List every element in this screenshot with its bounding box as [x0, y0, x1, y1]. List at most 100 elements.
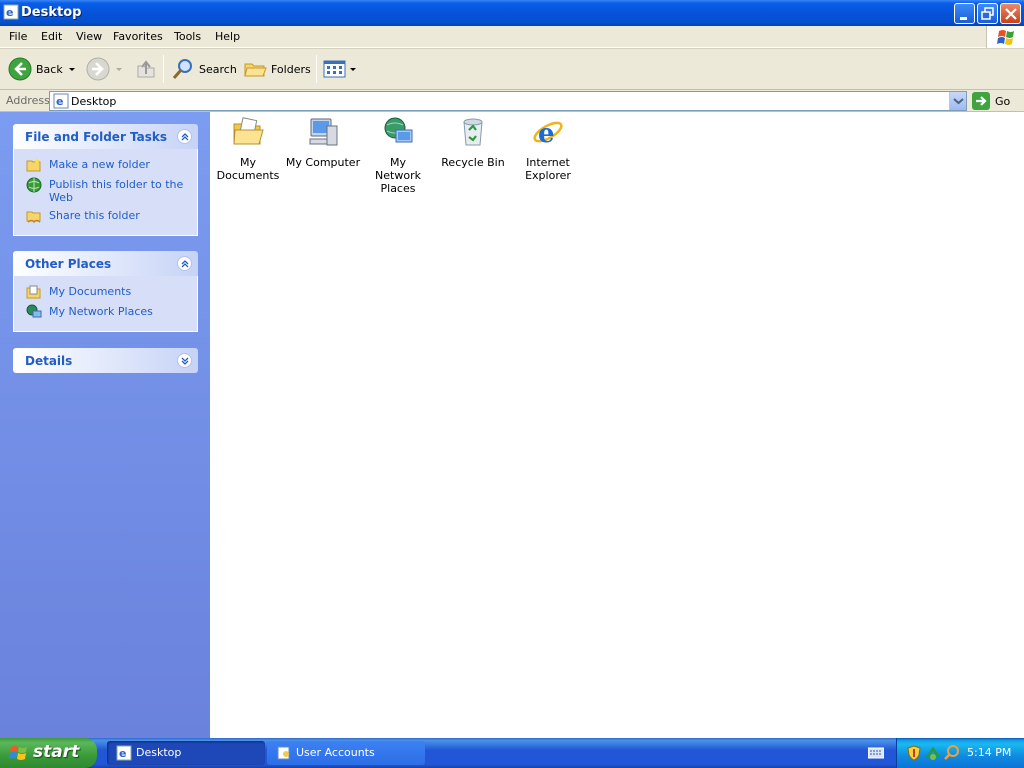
toolbar-separator-2: [316, 55, 317, 83]
taskbar: start e Desktop User Accounts 5:14 PM: [0, 738, 1024, 768]
views-icon: [323, 60, 346, 78]
search-button[interactable]: Search: [171, 49, 237, 89]
restore-icon: [981, 7, 994, 20]
desktop-item-my-computer[interactable]: My Computer: [285, 116, 361, 169]
desktop-icon: e: [3, 4, 19, 20]
address-dropdown-button[interactable]: [949, 92, 966, 110]
minimize-button[interactable]: [954, 3, 975, 24]
desktop-item-label: My Network Places: [375, 156, 421, 195]
folder-content-area[interactable]: My Documents My Computer My Network Plac…: [210, 112, 1024, 738]
desktop-item-recycle-bin[interactable]: Recycle Bin: [435, 116, 511, 169]
security-shield-icon[interactable]: [907, 745, 921, 761]
back-arrow-icon: [8, 57, 32, 81]
desktop-window-icon: e: [116, 745, 132, 761]
menu-file[interactable]: File: [9, 30, 27, 43]
views-button[interactable]: [323, 49, 356, 89]
folders-icon: [244, 63, 267, 77]
toolbar-separator: [163, 55, 164, 83]
collapse-button[interactable]: [177, 129, 192, 144]
network-places-globe-icon: [384, 117, 413, 143]
my-computer-icon: [309, 118, 338, 146]
collapse-button[interactable]: [177, 256, 192, 271]
task-share-folder[interactable]: Share this folder: [14, 207, 197, 227]
forward-dropdown-arrow[interactable]: [116, 67, 122, 71]
up-folder-icon: [137, 60, 155, 78]
chevron-down-icon: [181, 357, 189, 365]
standard-toolbar: Back Search Folders: [0, 48, 1024, 90]
share-folder-icon: [26, 211, 41, 224]
my-documents-icon: [26, 285, 41, 299]
go-button[interactable]: Go: [972, 91, 1010, 111]
address-field[interactable]: e Desktop: [49, 91, 967, 111]
menu-favorites[interactable]: Favorites: [113, 30, 163, 43]
task-pane: File and Folder Tasks Make a new folder: [0, 112, 210, 738]
menu-help[interactable]: Help: [215, 30, 240, 43]
place-my-network-places[interactable]: My Network Places: [14, 303, 197, 323]
file-folder-tasks-panel: File and Folder Tasks Make a new folder: [13, 124, 198, 236]
system-tray: 5:14 PM: [896, 738, 1024, 768]
svg-text:e: e: [6, 6, 13, 19]
desktop-item-internet-explorer[interactable]: e Internet Explorer: [510, 116, 586, 182]
desktop-item-my-documents[interactable]: My Documents: [210, 116, 286, 182]
desktop-item-label: Recycle Bin: [441, 156, 505, 169]
desktop-item-label: My Computer: [285, 156, 361, 169]
views-dropdown-arrow[interactable]: [350, 67, 356, 71]
desktop-item-my-network-places[interactable]: My Network Places: [360, 116, 436, 195]
go-label: Go: [995, 94, 1011, 108]
back-dropdown-arrow[interactable]: [68, 67, 75, 71]
network-icon[interactable]: [925, 745, 941, 761]
svg-text:e: e: [538, 119, 555, 148]
task-publish-folder-web[interactable]: Publish this folder to the Web: [14, 176, 197, 207]
menu-tools[interactable]: Tools: [174, 30, 201, 43]
minimize-icon: [960, 17, 967, 20]
other-places-body: My Documents My Network Places: [13, 276, 198, 332]
forward-button[interactable]: [86, 49, 122, 89]
globe-icon: [26, 177, 42, 193]
windows-logo: [986, 26, 1024, 48]
chevron-down-icon: [953, 98, 964, 105]
search-icon: [172, 59, 192, 79]
menu-view[interactable]: View: [76, 30, 102, 43]
restore-button[interactable]: [977, 3, 998, 24]
other-places-panel: Other Places My Documents My Network Pla…: [13, 251, 198, 332]
task-label: Publish this folder to the Web: [49, 178, 184, 204]
folders-button[interactable]: Folders: [243, 49, 311, 89]
task-label: Make a new folder: [49, 158, 150, 171]
menu-edit[interactable]: Edit: [41, 30, 62, 43]
address-label: Address: [6, 94, 50, 107]
back-button[interactable]: Back: [8, 49, 75, 89]
expand-button[interactable]: [177, 353, 192, 368]
folders-label: Folders: [271, 62, 311, 76]
taskbar-button-user-accounts[interactable]: User Accounts: [267, 741, 425, 765]
keyboard-language-icon[interactable]: [868, 747, 884, 759]
desktop-item-label: My Documents: [216, 156, 280, 182]
title-bar[interactable]: e Desktop: [0, 0, 1024, 26]
details-header[interactable]: Details: [13, 348, 198, 373]
clock[interactable]: 5:14 PM: [967, 746, 1011, 759]
file-folder-tasks-header[interactable]: File and Folder Tasks: [13, 124, 198, 149]
windows-flag-icon: [997, 30, 1014, 45]
start-button[interactable]: start: [0, 738, 97, 768]
other-places-title: Other Places: [25, 257, 112, 271]
start-label: start: [33, 742, 80, 762]
details-title: Details: [25, 354, 73, 368]
menu-bar: File Edit View Favorites Tools Help: [0, 26, 1024, 48]
place-label: My Network Places: [49, 305, 153, 318]
address-bar: Address e Desktop Go: [0, 90, 1024, 112]
up-button[interactable]: [135, 49, 157, 89]
network-places-icon: [26, 304, 42, 318]
forward-arrow-icon: [86, 57, 110, 81]
place-my-documents[interactable]: My Documents: [14, 283, 197, 303]
back-label: Back: [36, 62, 63, 76]
place-label: My Documents: [49, 285, 132, 298]
details-panel: Details: [13, 348, 198, 373]
window-title: Desktop: [21, 5, 82, 20]
task-make-new-folder[interactable]: Make a new folder: [14, 156, 197, 176]
search-tray-icon[interactable]: [944, 744, 960, 760]
task-label: Share this folder: [49, 209, 140, 222]
taskbar-button-desktop[interactable]: e Desktop: [107, 741, 265, 765]
search-label: Search: [199, 62, 237, 76]
close-button[interactable]: [1000, 3, 1021, 24]
windows-logo-icon: [9, 746, 27, 760]
other-places-header[interactable]: Other Places: [13, 251, 198, 276]
